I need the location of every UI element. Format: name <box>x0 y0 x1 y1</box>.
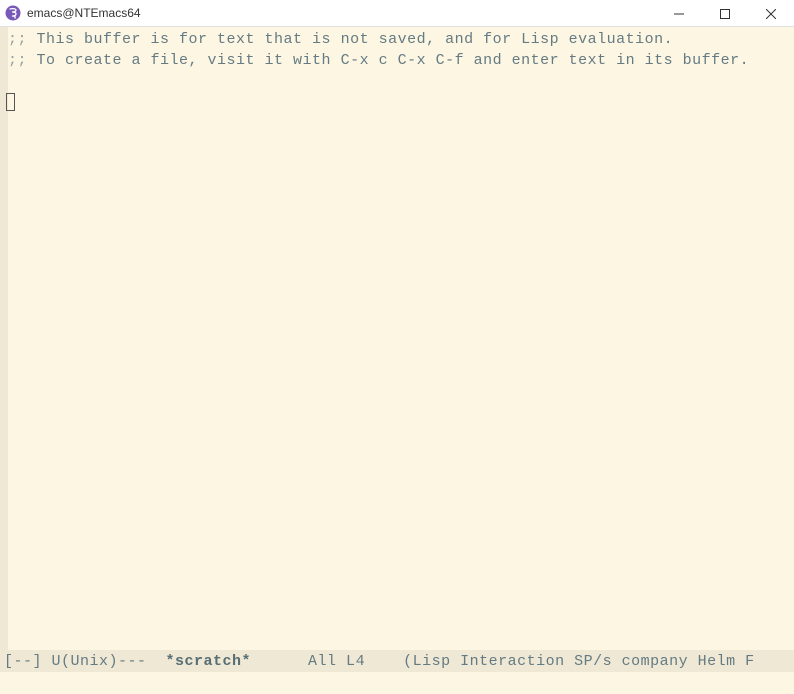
minibuffer[interactable] <box>0 672 794 694</box>
minimize-button[interactable] <box>656 0 702 27</box>
modeline-buffer-name: *scratch* <box>166 653 252 670</box>
comment-text: To create a file, visit it with C-x c C-… <box>27 52 749 69</box>
comment-delimiter: ;; <box>8 52 27 69</box>
emacs-icon <box>5 5 21 21</box>
maximize-button[interactable] <box>702 0 748 27</box>
modeline-modes: (Lisp Interaction SP/s company Helm F <box>403 653 755 670</box>
cursor <box>6 93 15 111</box>
window-controls <box>656 0 794 26</box>
left-fringe <box>0 27 8 650</box>
modeline[interactable]: [--] U(Unix)--- *scratch* All L4 (Lisp I… <box>0 650 794 672</box>
editor-area[interactable]: ;; This buffer is for text that is not s… <box>0 27 794 650</box>
modeline-position: All L4 <box>251 653 403 670</box>
window-title: emacs@NTEmacs64 <box>27 6 141 20</box>
titlebar: emacs@NTEmacs64 <box>0 0 794 27</box>
scratch-buffer[interactable]: ;; This buffer is for text that is not s… <box>8 27 794 650</box>
comment-delimiter: ;; <box>8 31 27 48</box>
close-button[interactable] <box>748 0 794 27</box>
modeline-status: [--] U(Unix)--- <box>4 653 166 670</box>
comment-text: This buffer is for text that is not save… <box>27 31 673 48</box>
